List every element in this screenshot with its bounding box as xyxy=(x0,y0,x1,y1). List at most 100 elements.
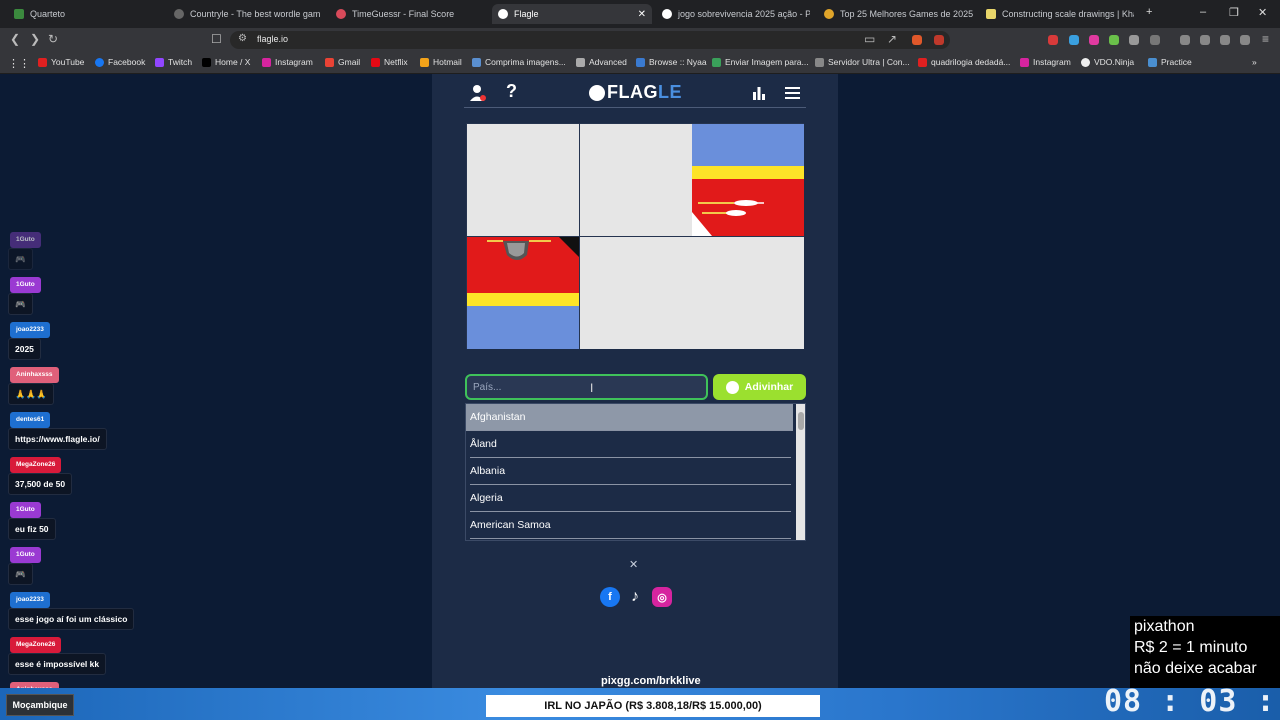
bookmark-label: quadrilogia dedadá... xyxy=(931,57,1011,67)
chat-message: 2025 xyxy=(8,338,41,360)
close-x-icon[interactable]: ✕ xyxy=(629,558,638,571)
bookmark-youtube[interactable]: YouTube xyxy=(38,57,84,67)
suggestion-item[interactable]: Albania xyxy=(466,458,793,485)
flag-tile-4 xyxy=(467,237,579,349)
tab-countryle[interactable]: Countryle - The best wordle game al xyxy=(168,4,320,24)
flag-tile-5 xyxy=(580,237,692,349)
back-icon[interactable]: ❮ xyxy=(10,32,20,46)
close-window-icon[interactable]: ✕ xyxy=(1258,6,1267,19)
close-tab-icon[interactable]: ✕ xyxy=(638,9,646,20)
quarteto-favicon-icon xyxy=(14,9,24,19)
bookmark-instagram[interactable]: Instagram xyxy=(262,57,313,67)
tab-khan[interactable]: Constructing scale drawings | Khan A xyxy=(980,4,1134,24)
bookmark-advanced[interactable]: Advanced xyxy=(576,57,627,67)
media-icon[interactable] xyxy=(1180,35,1190,45)
forward-icon[interactable]: ❯ xyxy=(30,32,40,46)
minimize-icon[interactable]: – xyxy=(1200,6,1206,18)
share-icon[interactable]: ↗ xyxy=(887,32,897,46)
bookmark-practice[interactable]: Practice xyxy=(1148,57,1192,67)
flagle-favicon-icon xyxy=(498,9,508,19)
x-icon xyxy=(202,57,211,67)
wallet-icon[interactable] xyxy=(1220,35,1230,45)
help-icon[interactable]: ? xyxy=(506,81,517,102)
suggestion-label: Afghanistan xyxy=(470,411,526,423)
guess-button-label: Adivinhar xyxy=(744,381,794,393)
stats-icon[interactable] xyxy=(752,86,766,100)
bookmark-enviar[interactable]: Enviar Imagem para... xyxy=(712,57,809,67)
tab-timeguessr[interactable]: TimeGuessr - Final Score xyxy=(330,4,486,24)
vdoninja-icon xyxy=(1081,57,1090,67)
bookmark-quadrilogia[interactable]: quadrilogia dedadá... xyxy=(918,57,1010,67)
more-bookmarks-icon[interactable]: » xyxy=(1252,57,1257,67)
bookmark-hotmail[interactable]: Hotmail xyxy=(420,57,462,67)
bookmark-label: Home / X xyxy=(215,57,251,67)
bookmark-x[interactable]: Home / X xyxy=(202,57,250,67)
suggestion-label: American Samoa xyxy=(470,519,551,531)
tab-google-search[interactable]: jogo sobrevivencia 2025 ação - Pesq xyxy=(656,4,810,24)
nyaa-icon xyxy=(636,57,645,67)
user-icon[interactable] xyxy=(470,84,486,102)
chat-message: 🎮 xyxy=(8,563,33,585)
bookmark-nyaa[interactable]: Browse :: Nyaa xyxy=(636,57,707,67)
bookmark-icon[interactable]: ☐ xyxy=(211,32,222,46)
scrollbar-thumb[interactable] xyxy=(798,412,804,430)
facebook-icon[interactable]: f xyxy=(600,587,620,607)
suggestion-item[interactable]: Afghanistan xyxy=(466,404,793,431)
hotmail-icon xyxy=(420,57,429,67)
tab-quarteto[interactable]: Quarteto xyxy=(8,4,164,24)
bookmark-twitch[interactable]: Twitch xyxy=(155,57,192,67)
bookmark-instagram-2[interactable]: Instagram xyxy=(1020,57,1071,67)
dropdown-scrollbar[interactable] xyxy=(796,404,805,540)
maximize-icon[interactable]: ❐ xyxy=(1229,6,1239,19)
tab-flagle[interactable]: Flagle ✕ xyxy=(492,4,652,24)
brave-shield-icon[interactable] xyxy=(912,35,922,45)
tab-title: Top 25 Melhores Games de 2025 e o xyxy=(840,9,974,19)
reload-icon[interactable]: ↻ xyxy=(48,32,58,46)
extension-red-icon[interactable] xyxy=(1048,35,1058,45)
tiktok-icon[interactable]: ♪ xyxy=(625,587,645,607)
flag-blue-stripe xyxy=(467,306,579,349)
bookmark-comprima[interactable]: Comprima imagens... xyxy=(472,57,566,67)
country-search-input[interactable] xyxy=(465,374,708,400)
suggestion-item[interactable]: Åland xyxy=(466,431,793,458)
vpn-icon[interactable] xyxy=(1240,35,1250,45)
instagram-icon[interactable]: ◎ xyxy=(652,587,672,607)
suggestion-item[interactable]: Algeria xyxy=(466,485,793,512)
chat-username: 1Guto xyxy=(10,277,41,293)
extension-pink-icon[interactable] xyxy=(1089,35,1099,45)
browser-tab-strip: Quarteto Countryle - The best wordle gam… xyxy=(0,0,1280,28)
instagram-icon xyxy=(262,57,271,67)
comprima-icon xyxy=(472,57,481,67)
extension-blue-icon[interactable] xyxy=(1069,35,1079,45)
guess-button[interactable]: Adivinhar xyxy=(713,374,806,400)
suggestion-item[interactable]: American Samoa xyxy=(466,512,793,539)
bookmark-netflix[interactable]: Netflix xyxy=(371,57,408,67)
instagram-icon xyxy=(1020,57,1029,67)
bookmark-servidor[interactable]: Servidor Ultra | Con... xyxy=(815,57,910,67)
site-info-icon[interactable]: ⚙ xyxy=(238,33,247,44)
bookmark-vdoninja[interactable]: VDO.Ninja xyxy=(1081,57,1134,67)
tab-top25[interactable]: Top 25 Melhores Games de 2025 e o xyxy=(818,4,974,24)
chat-message: esse é impossível kk xyxy=(8,653,107,675)
menu-hamburger-icon[interactable] xyxy=(785,87,800,99)
new-tab-icon[interactable]: + xyxy=(1146,6,1152,18)
bookmark-gmail[interactable]: Gmail xyxy=(325,57,360,67)
apps-icon[interactable]: ⋮⋮ xyxy=(8,57,30,70)
address-bar[interactable]: ⚙ flagle.io xyxy=(230,31,950,49)
flag-blue-stripe xyxy=(692,124,804,166)
extensions-puzzle-icon[interactable] xyxy=(1150,35,1160,45)
extension-green-icon[interactable] xyxy=(1109,35,1119,45)
bookmark-facebook[interactable]: Facebook xyxy=(95,57,145,67)
cast-icon[interactable]: ▭ xyxy=(864,32,875,46)
chat-username: joao2233 xyxy=(10,592,50,608)
globe-icon xyxy=(589,84,605,101)
taskbar-app-button[interactable]: Moçambique xyxy=(6,694,74,716)
tab-title: Quarteto xyxy=(30,9,66,19)
flag-tile-1 xyxy=(467,124,579,236)
extension-gray-icon[interactable] xyxy=(1129,35,1139,45)
pix-link-label: pixgg.com/brkklive xyxy=(601,675,701,687)
menu-icon[interactable]: ≡ xyxy=(1262,32,1269,46)
chat-message: 🎮 xyxy=(8,248,33,270)
brave-rewards-icon[interactable] xyxy=(934,35,944,45)
sidebar-icon[interactable] xyxy=(1200,35,1210,45)
